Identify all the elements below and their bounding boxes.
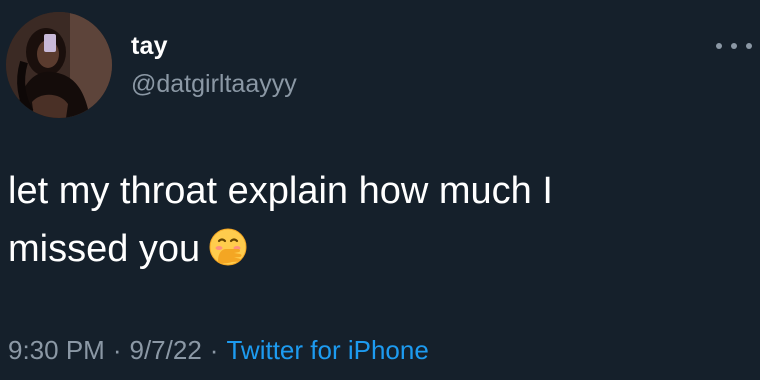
more-dot <box>716 43 722 49</box>
tweet-source-link[interactable]: Twitter for iPhone <box>226 335 428 365</box>
meta-separator: · <box>112 335 122 365</box>
more-dot <box>746 43 752 49</box>
tweet-text-line-2-words: missed you <box>8 228 201 270</box>
avatar-image <box>6 12 112 118</box>
tweet-date[interactable]: 9/7/22 <box>130 335 202 365</box>
more-options-icon[interactable] <box>716 36 752 56</box>
tweet-time[interactable]: 9:30 PM <box>8 335 105 365</box>
tweet-text-line-1: let my throat explain how much I <box>8 170 553 212</box>
author-name[interactable]: tay <box>131 32 168 61</box>
tweet-text: let my throat explain how much I missed … <box>8 162 748 278</box>
meta-separator: · <box>209 335 219 365</box>
avatar[interactable] <box>6 12 112 118</box>
author-handle[interactable]: @datgirltaayyy <box>131 70 297 99</box>
tweet-card: tay @datgirltaayyy let my throat explain… <box>0 0 760 380</box>
more-dot <box>731 43 737 49</box>
face-with-hand-over-mouth-icon <box>209 228 247 266</box>
tweet-meta: 9:30 PM · 9/7/22 · Twitter for iPhone <box>8 335 429 366</box>
tweet-text-line-2: missed you <box>8 220 748 278</box>
